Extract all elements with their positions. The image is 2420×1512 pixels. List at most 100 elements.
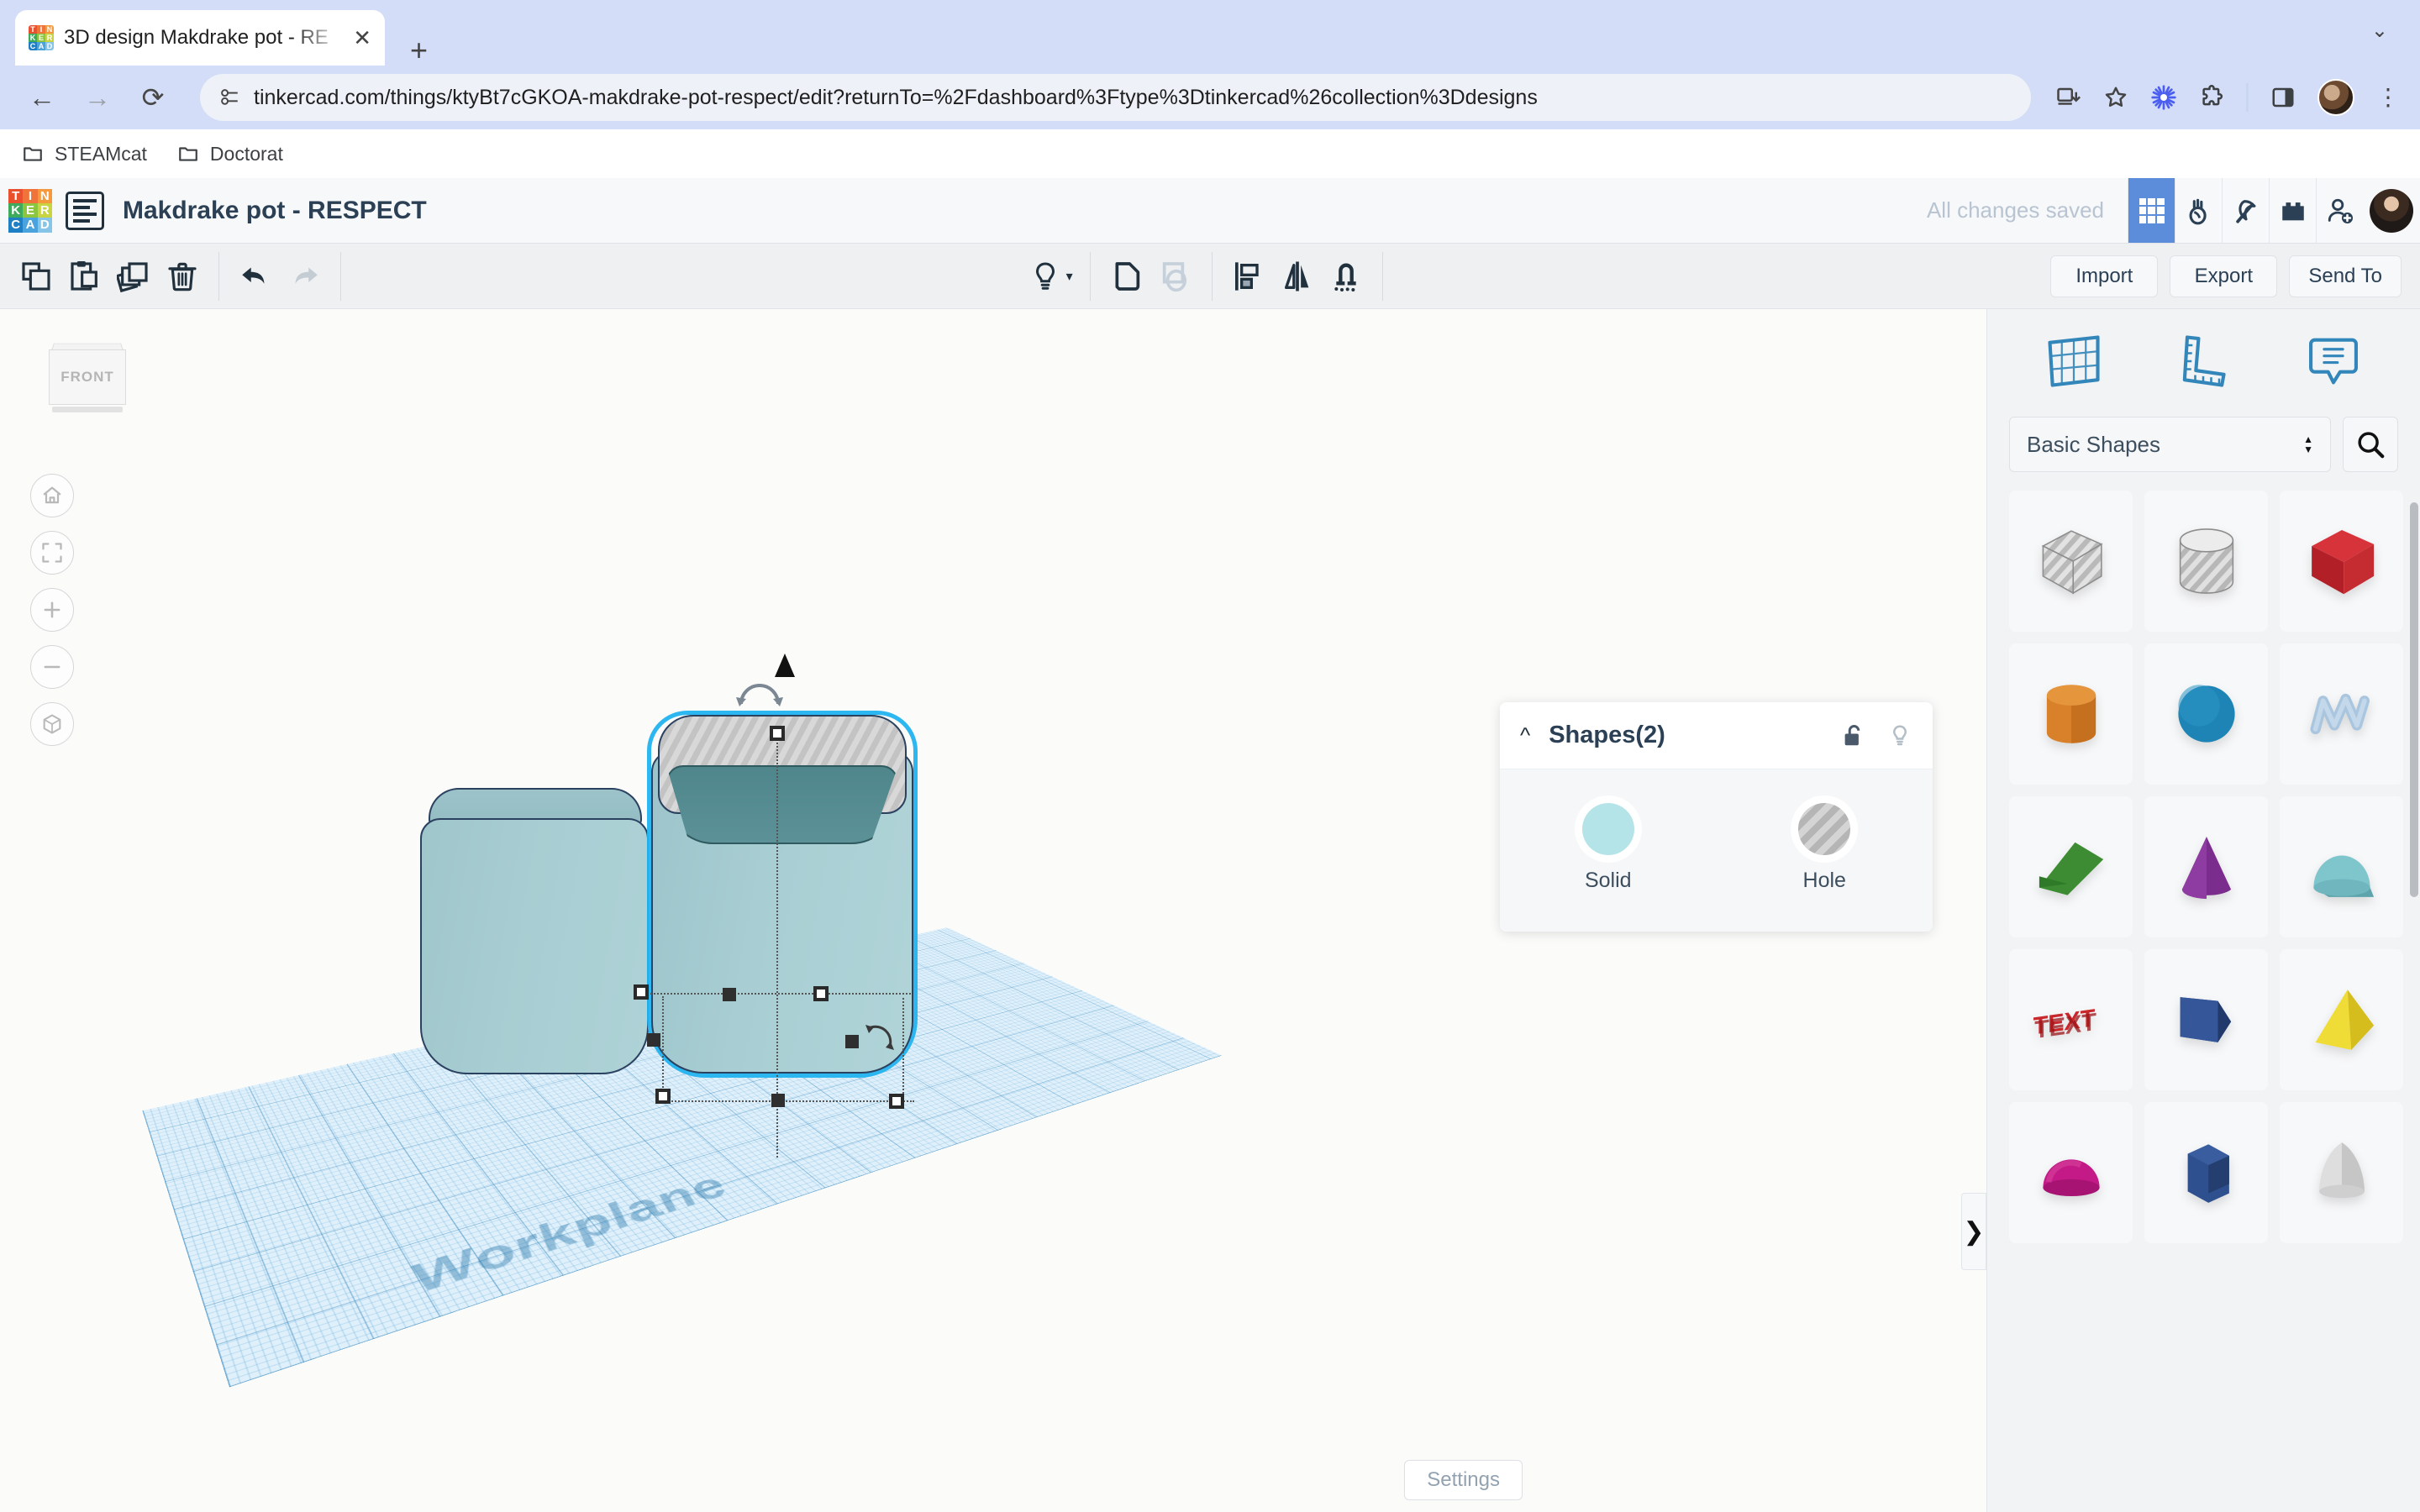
- shape-item-half-cylinder[interactable]: [2280, 796, 2403, 937]
- ortho-perspective-button[interactable]: [30, 702, 74, 746]
- mirror-button[interactable]: [1273, 252, 1322, 301]
- settings-button[interactable]: Settings: [1404, 1460, 1523, 1500]
- import-button[interactable]: Import: [2050, 255, 2159, 297]
- shape-item-pyramid[interactable]: [2280, 949, 2403, 1090]
- project-menu-icon[interactable]: [66, 191, 104, 230]
- shape-item-cylinder[interactable]: [2009, 643, 2133, 785]
- back-button[interactable]: ←: [20, 82, 64, 113]
- shape-item-box-hole[interactable]: [2009, 491, 2133, 632]
- tinkercad-logo[interactable]: T I N K E R C A D: [8, 188, 52, 233]
- browser-chrome: T I N K E R C A D 3D design Makdrake pot…: [0, 0, 2420, 178]
- delete-button[interactable]: [158, 252, 207, 301]
- tab-workplane[interactable]: [2042, 329, 2106, 397]
- shape-item-house-wedge[interactable]: [2144, 949, 2268, 1090]
- shape-item-cylinder-hole[interactable]: [2144, 491, 2268, 632]
- extrude-arrow-up-icon[interactable]: [775, 654, 795, 677]
- home-view-button[interactable]: [30, 474, 74, 517]
- bookmark-item-steamcat[interactable]: STEAMcat: [22, 143, 147, 165]
- paste-button[interactable]: [60, 252, 109, 301]
- tab-ruler[interactable]: [2171, 329, 2235, 397]
- brick-button[interactable]: [2269, 178, 2316, 243]
- logo-cell: K: [8, 202, 24, 218]
- user-avatar[interactable]: [2370, 188, 2413, 233]
- shape-pot-left[interactable]: [420, 788, 649, 1074]
- logo-cell: R: [37, 202, 52, 218]
- export-button[interactable]: Export: [2170, 255, 2278, 297]
- profile-avatar[interactable]: [2317, 79, 2354, 116]
- solid-option[interactable]: Solid: [1581, 803, 1634, 893]
- duplicate-button[interactable]: [109, 252, 158, 301]
- shape-item-paraboloid[interactable]: [2280, 1102, 2403, 1243]
- shape-category-select[interactable]: Basic Shapes ▲ ▼: [2009, 417, 2331, 472]
- shape-item-text[interactable]: TEXT TEXT: [2009, 949, 2133, 1090]
- forward-button[interactable]: →: [76, 82, 119, 113]
- undo-button[interactable]: [231, 252, 280, 301]
- bookmark-star-icon[interactable]: [2103, 85, 2128, 110]
- codeblocks-icon: [2189, 198, 2207, 224]
- chrome-menu-icon[interactable]: ⋮: [2376, 86, 2400, 109]
- viewport-3d[interactable]: FRONT Workplane ^ Shapes(2) Solid Hole S…: [0, 309, 1986, 1512]
- copy-button[interactable]: [12, 252, 60, 301]
- text-icon: TEXT TEXT: [2033, 1005, 2096, 1044]
- cone-icon: [2181, 837, 2231, 900]
- brick-icon: [2281, 202, 2304, 220]
- url-bar[interactable]: tinkercad.com/things/ktyBt7cGKOA-makdrak…: [200, 74, 2031, 121]
- pickaxe-button[interactable]: [2222, 178, 2269, 243]
- shape-item-cone[interactable]: [2144, 796, 2268, 937]
- cube-icon: [2311, 530, 2374, 595]
- redo-button[interactable]: [280, 252, 329, 301]
- favicon-cell: D: [45, 42, 54, 50]
- group-shapes-icon: [1115, 261, 1139, 291]
- paraboloid-icon: [2318, 1142, 2365, 1199]
- shape-item-scribble[interactable]: [2280, 643, 2403, 785]
- rotate-handle-icon[interactable]: [733, 680, 786, 711]
- tab-notes[interactable]: [2302, 329, 2365, 397]
- site-settings-icon[interactable]: [218, 87, 240, 108]
- shape-item-half-sphere[interactable]: [2009, 1102, 2133, 1243]
- new-tab-button[interactable]: +: [410, 35, 428, 66]
- shape-item-hexagonal-prism[interactable]: [2144, 1102, 2268, 1243]
- page-title: Makdrake pot - RESPECT: [123, 196, 427, 224]
- ungroup-button[interactable]: [1151, 252, 1200, 301]
- extensions-puzzle-icon[interactable]: [2199, 85, 2224, 110]
- zoom-out-button[interactable]: [30, 645, 74, 689]
- shape-item-box[interactable]: [2280, 491, 2403, 632]
- install-app-icon[interactable]: [2056, 85, 2081, 110]
- hole-option[interactable]: Hole: [1798, 803, 1851, 893]
- favicon-cell: A: [37, 42, 45, 50]
- lightbulb-icon[interactable]: [1887, 723, 1912, 748]
- shape-item-roof[interactable]: [2009, 796, 2133, 937]
- sidebar-scrollbar[interactable]: [2410, 502, 2418, 897]
- add-collaborator-button[interactable]: [2316, 178, 2363, 243]
- gallery-grid-button[interactable]: [2128, 178, 2175, 243]
- view-cube[interactable]: FRONT: [47, 336, 128, 418]
- gallery-grid-icon: [2139, 197, 2165, 223]
- search-button[interactable]: [2343, 417, 2398, 472]
- group-button[interactable]: [1102, 252, 1151, 301]
- gemini-sparkle-icon[interactable]: [2150, 84, 2177, 111]
- zoom-in-button[interactable]: [30, 588, 74, 632]
- browser-tab[interactable]: T I N K E R C A D 3D design Makdrake pot…: [15, 10, 385, 66]
- logo-cell: D: [37, 218, 52, 233]
- shape-tools-group: ▾: [1009, 244, 1090, 308]
- add-collaborator-icon: [2328, 198, 2353, 223]
- bookmark-item-doctorat[interactable]: Doctorat: [177, 143, 283, 165]
- send-to-button[interactable]: Send To: [2289, 255, 2402, 297]
- chevron-down-icon[interactable]: ▾: [1066, 268, 1073, 285]
- magnet-button[interactable]: [1322, 252, 1370, 301]
- shape-item-sphere[interactable]: [2144, 643, 2268, 785]
- side-panel-icon[interactable]: [2270, 85, 2296, 110]
- reload-button[interactable]: ⟳: [131, 81, 175, 113]
- lightbulb-button[interactable]: [1021, 252, 1070, 301]
- chevron-down-icon[interactable]: ⌄: [2371, 18, 2388, 43]
- unlock-icon[interactable]: [1840, 723, 1865, 748]
- close-icon[interactable]: ✕: [353, 27, 371, 49]
- align-button[interactable]: [1224, 252, 1273, 301]
- codeblocks-button[interactable]: [2175, 178, 2222, 243]
- view-cube-front-face[interactable]: FRONT: [49, 349, 126, 405]
- shape-pot-right-selected[interactable]: [647, 711, 918, 1078]
- chevron-up-icon[interactable]: ^: [1520, 722, 1530, 748]
- fit-to-view-button[interactable]: [30, 531, 74, 575]
- sidebar-collapse-tab[interactable]: ❯: [1961, 1193, 1986, 1270]
- dome-icon: [2042, 1159, 2100, 1196]
